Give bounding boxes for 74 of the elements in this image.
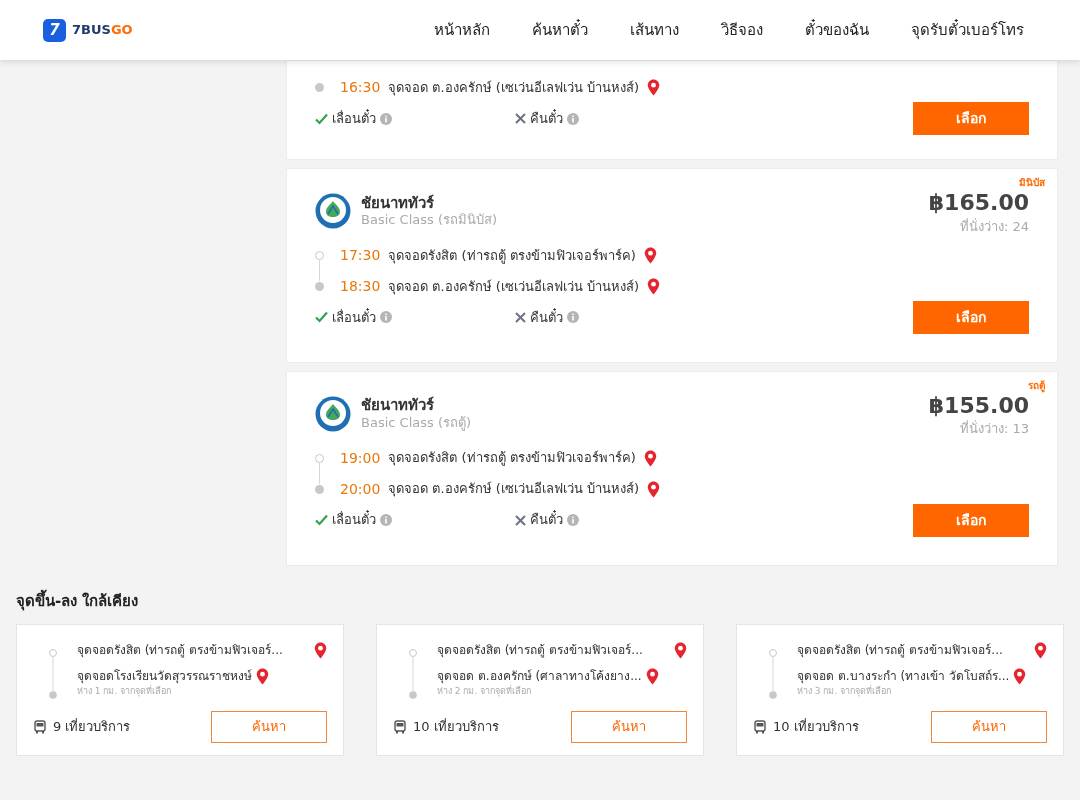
map-pin-icon [1034, 641, 1047, 659]
class-label: Basic Class (รถตู้) [361, 415, 472, 432]
site-logo[interactable]: 7 7BUSGO [43, 18, 133, 42]
bus-icon [33, 720, 47, 734]
distance-note: ห่าง 3 กม. จากจุดที่เลือก [797, 685, 893, 699]
company-logo-icon [315, 193, 351, 229]
stop-name: จุดจอด ต.องครักษ์ (เซเว่นอีเลฟเว่น บ้านหงส์) [388, 277, 640, 296]
stop-name: จุดจอด ต.องครักษ์ (เซเว่นอีเลฟเว่น บ้านหงส์) [388, 78, 640, 98]
stop-name: จุดจอดรังสิต (ท่ารถตู้ ตรงข้ามฟิวเจอร์พาร์ค) [388, 246, 636, 265]
destination-stop: จุดจอด ต.องครักษ์ (ศาลาทางโค้งยาง... [437, 668, 642, 685]
distance-note: ห่าง 1 กม. จากจุดที่เลือก [77, 685, 173, 699]
feature-label: คืนตั๋ว [530, 307, 563, 327]
trip-count: 10 เที่ยวบริการ [413, 717, 499, 737]
map-pin-icon [643, 449, 657, 467]
nav-link[interactable]: หน้าหลัก [434, 18, 490, 42]
bus-icon [393, 720, 407, 734]
map-pin-icon [643, 246, 657, 264]
logo-mark: 7 [43, 18, 66, 42]
logo-accent: GO [110, 22, 133, 38]
seats-available: ที่นั่งว่าง: 13 [959, 421, 1029, 438]
map-pin-icon [674, 641, 687, 659]
info-icon [567, 311, 579, 324]
seats-available: ที่นั่งว่าง: 24 [959, 218, 1029, 235]
bus-icon [753, 720, 767, 734]
departure-time: 20:00 [340, 479, 381, 499]
price: ฿165.00 [928, 189, 1029, 217]
map-pin-icon [647, 480, 661, 498]
map-pin-icon [314, 641, 327, 659]
departure-time: 17:30 [340, 245, 381, 265]
nav-link[interactable]: วิธีจอง [721, 18, 763, 42]
departure-time: 19:00 [340, 448, 381, 468]
info-icon [567, 514, 579, 526]
operator-name: ชัยนาททัวร์ [361, 193, 435, 213]
nav-link[interactable]: ตั๋วของฉัน [805, 18, 869, 42]
map-pin-icon [256, 667, 269, 685]
route-line-icon [769, 649, 777, 699]
map-pin-icon [645, 667, 659, 685]
nav-link[interactable]: เส้นทาง [630, 18, 679, 42]
stop-name: จุดจอด ต.องครักษ์ (เซเว่นอีเลฟเว่น บ้านหงส์) [388, 480, 640, 499]
vehicle-tag: รถตู้ [1028, 377, 1045, 393]
map-pin-icon [1013, 667, 1027, 685]
destination-stop: จุดจอดโรงเรียนวัดสุวรรณราชหงษ์ [77, 668, 252, 685]
feature-label: เลื่อนตั๋ว [332, 108, 376, 128]
nav-link[interactable]: ค้นหาตั๋ว [532, 18, 588, 42]
vehicle-tag: มินิบัส [1019, 175, 1045, 190]
route-line-icon [49, 649, 57, 699]
class-label: Basic Class (รถมินิบัส) [361, 212, 498, 229]
info-icon [380, 514, 392, 526]
trip-count: 9 เที่ยวบริการ [53, 717, 131, 737]
distance-note: ห่าง 2 กม. จากจุดที่เลือก [437, 685, 533, 699]
info-icon [567, 112, 579, 125]
route-line-icon [409, 649, 417, 699]
origin-stop: จุดจอดรังสิต (ท่ารถตู้ ตรงข้ามฟิวเจอร์... [797, 642, 1003, 659]
company-logo-icon [315, 395, 351, 432]
feature-label: คืนตั๋ว [530, 108, 563, 128]
stop-name: จุดจอดรังสิต (ท่ารถตู้ ตรงข้ามฟิวเจอร์พาร์ค) [388, 449, 636, 468]
logo-text: 7BUS [72, 22, 111, 38]
price: ฿155.00 [928, 392, 1029, 420]
feature-label: คืนตั๋ว [530, 510, 563, 530]
destination-stop: จุดจอด ต.บางระกำ (ทางเข้า วัดโบสถ์ร... [797, 668, 1010, 685]
departure-time: 18:30 [340, 276, 381, 296]
origin-stop: จุดจอดรังสิต (ท่ารถตู้ ตรงข้ามฟิวเจอร์... [437, 642, 643, 659]
departure-time: 16:30 [340, 78, 381, 97]
info-icon [380, 112, 392, 125]
nav-link[interactable]: จุดรับตั๋วเบอร์โทร [911, 18, 1024, 42]
origin-stop: จุดจอดรังสิต (ท่ารถตู้ ตรงข้ามฟิวเจอร์... [77, 642, 283, 659]
feature-label: เลื่อนตั๋ว [332, 510, 376, 530]
map-pin-icon [647, 79, 661, 96]
section-title: จุดขึ้น-ลง ใกล้เคียง [16, 589, 140, 612]
info-icon [380, 311, 392, 324]
map-pin-icon [647, 277, 661, 295]
feature-label: เลื่อนตั๋ว [332, 307, 376, 327]
operator-name: ชัยนาททัวร์ [361, 396, 435, 415]
trip-count: 10 เที่ยวบริการ [773, 717, 859, 737]
